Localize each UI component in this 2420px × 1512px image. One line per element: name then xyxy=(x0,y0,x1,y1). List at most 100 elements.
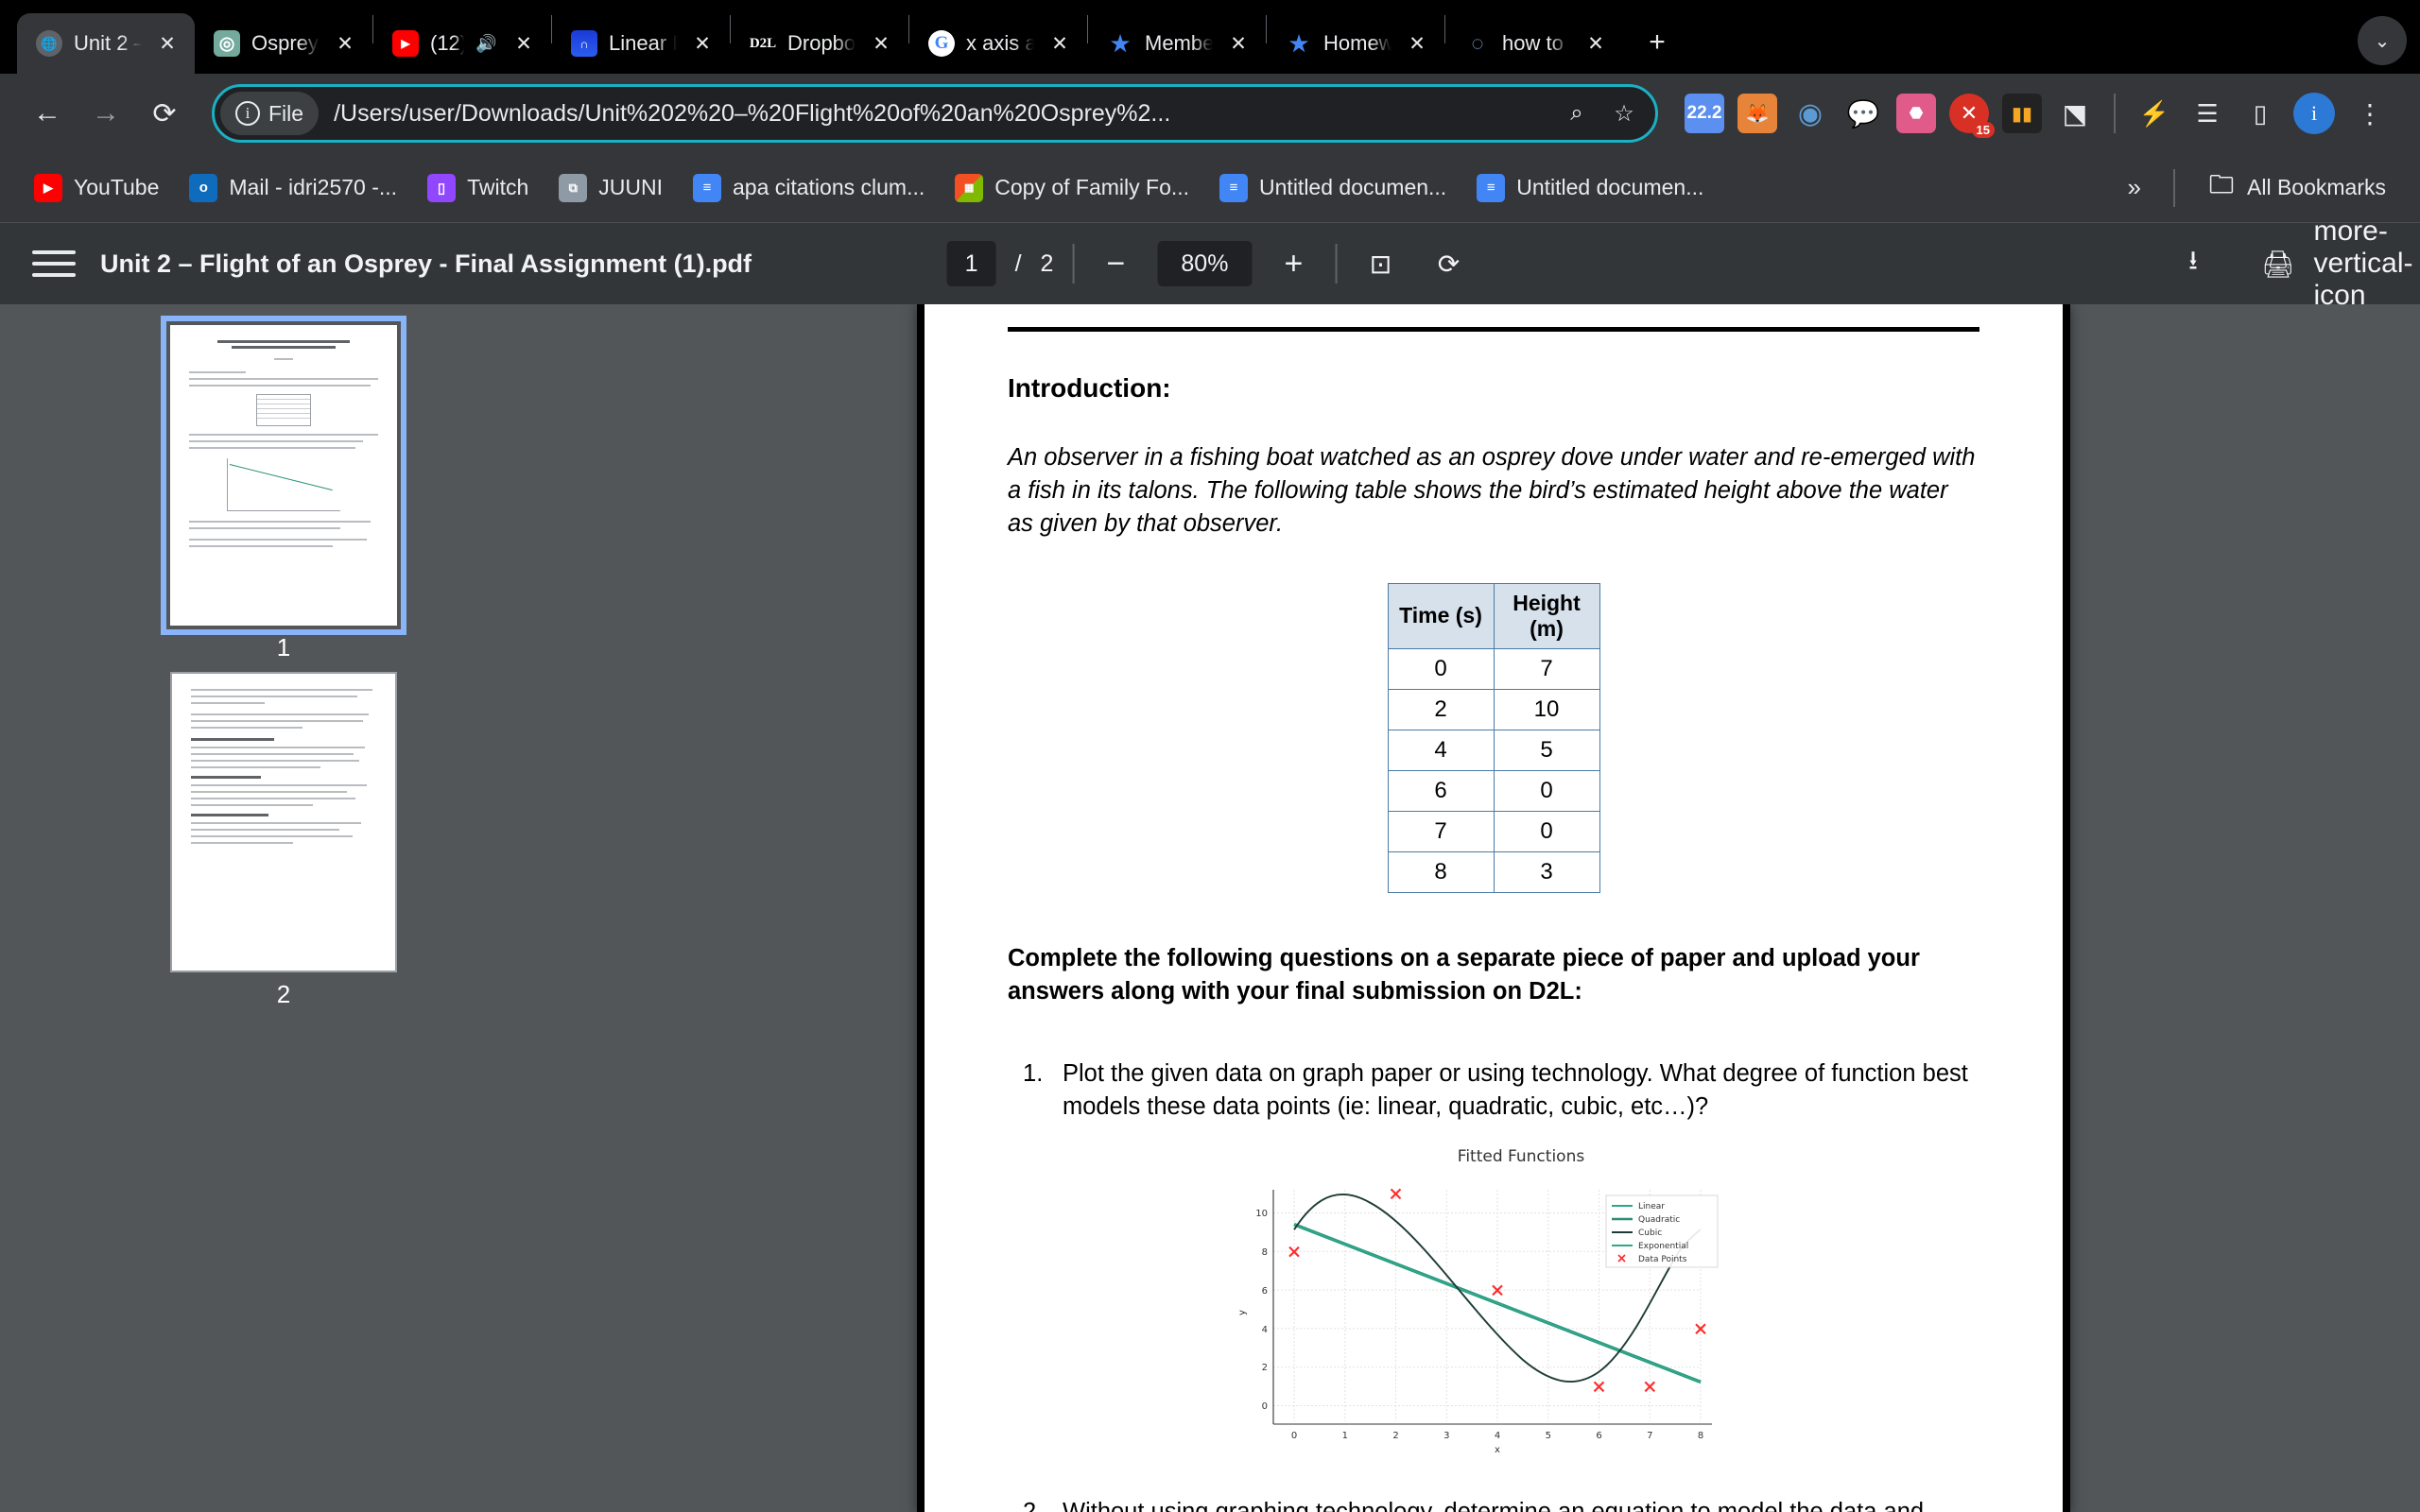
page-thumbnail[interactable] xyxy=(161,316,406,635)
browser-tab[interactable]: ★ Homewor ✕ xyxy=(1267,13,1444,74)
desmos-icon: ∩ xyxy=(571,30,597,57)
close-icon[interactable]: ✕ xyxy=(1582,29,1610,58)
question-2-text-a: Without using graphing technology, deter… xyxy=(1063,1498,1925,1512)
thumbnail-item[interactable]: 2 xyxy=(170,672,397,1009)
more-vertical-icon[interactable]: more-vertical-icon xyxy=(2314,215,2413,311)
all-bookmarks-button[interactable]: 🗀 All Bookmarks xyxy=(2194,166,2399,210)
browser-tab[interactable]: ∩ Linear Reg ✕ xyxy=(552,13,730,74)
zoom-out-button[interactable]: − xyxy=(1093,241,1138,286)
close-icon[interactable]: ✕ xyxy=(510,29,538,58)
browser-tab[interactable]: G x axis and ✕ xyxy=(909,13,1087,74)
zoom-in-button[interactable]: + xyxy=(1270,241,1316,286)
svg-text:Quadratic: Quadratic xyxy=(1638,1215,1680,1225)
youtube-icon: ▶ xyxy=(392,30,419,57)
red-close-icon[interactable]: ✕ 15 xyxy=(1949,94,1995,138)
url-text[interactable]: /Users/user/Downloads/Unit%202%20–%20Fli… xyxy=(322,100,1551,128)
close-icon[interactable]: ✕ xyxy=(867,29,895,58)
purple-chat-icon[interactable]: 💬 xyxy=(1843,94,1883,133)
more-vertical-icon[interactable]: ⋮ xyxy=(2348,92,2392,135)
tab-title: how to tal xyxy=(1502,31,1570,55)
browser-tab[interactable]: D2L Dropbox F ✕ xyxy=(731,13,908,74)
blue-circle-icon[interactable]: ◉ xyxy=(1790,94,1830,133)
svg-text:Linear: Linear xyxy=(1638,1202,1665,1211)
avatar[interactable]: i xyxy=(2293,93,2335,134)
search-icon[interactable]: ⌕ xyxy=(1555,92,1599,135)
cell-height: 10 xyxy=(1493,688,1600,730)
close-icon[interactable]: ✕ xyxy=(331,29,359,58)
bookmark-item[interactable]: ≡ Untitled documen... xyxy=(1463,166,1717,210)
tab-search-chevron-icon[interactable]: ⌄ xyxy=(2358,16,2407,65)
browser-tab[interactable]: ◎ Osprey He ✕ xyxy=(195,13,372,74)
question-2: Without using graphing technology, deter… xyxy=(1008,1496,1979,1512)
bookmark-item[interactable]: ≡ apa citations clum... xyxy=(680,166,938,210)
close-icon[interactable]: ✕ xyxy=(1403,29,1431,58)
close-icon[interactable]: ✕ xyxy=(688,29,717,58)
browser-tab[interactable]: ★ Membersh ✕ xyxy=(1088,13,1266,74)
download-icon[interactable]: ⭳ xyxy=(2169,239,2218,288)
browser-tab[interactable]: ▶ (12) irl 🔊 ✕ xyxy=(373,13,551,74)
document-pane[interactable]: Introduction: An observer in a fishing b… xyxy=(567,304,2420,1512)
question-1-text: Plot the given data on graph paper or us… xyxy=(1063,1059,1968,1121)
new-tab-button[interactable]: + xyxy=(1634,20,1680,65)
puzzle-icon[interactable]: ⬔ xyxy=(2055,94,2095,133)
thumbnail-sidebar[interactable]: 1 2 xyxy=(0,304,567,1512)
close-icon[interactable]: ✕ xyxy=(1046,29,1074,58)
bookmark-item[interactable]: o Mail - idri2570 -... xyxy=(176,166,410,210)
browser-tab[interactable]: ◌ how to tal ✕ xyxy=(1445,13,1623,74)
data-table: Time (s) Height (m) 0 7 2 10 4 5 6 0 7 0… xyxy=(1387,582,1600,893)
back-button[interactable]: ← xyxy=(21,87,74,140)
file-scheme-chip[interactable]: i File xyxy=(220,92,320,135)
svg-text:2: 2 xyxy=(1392,1431,1398,1441)
bookmarks-overflow-icon[interactable]: » xyxy=(2115,165,2154,210)
bookmark-item[interactable]: ▦ Copy of Family Fo... xyxy=(942,166,1202,210)
lightning-icon[interactable]: ⚡ xyxy=(2135,94,2174,133)
forward-button[interactable]: → xyxy=(79,87,132,140)
google-docs-icon: ≡ xyxy=(1477,173,1506,202)
table-row: 4 5 xyxy=(1387,729,1600,771)
reading-list-icon[interactable]: ☰ xyxy=(2187,94,2227,133)
thumbnail-item[interactable]: 1 xyxy=(161,316,406,662)
pdf-page: Introduction: An observer in a fishing b… xyxy=(917,304,2070,1512)
close-icon[interactable]: ✕ xyxy=(153,29,182,58)
cell-height: 0 xyxy=(1493,810,1600,852)
bookmark-label: Untitled documen... xyxy=(1259,175,1447,199)
y-tick-labels: 10 8 6 4 2 0 xyxy=(1255,1209,1268,1412)
close-icon[interactable]: ✕ xyxy=(1224,29,1253,58)
folder-icon: 🗀 xyxy=(2209,173,2235,198)
rotate-icon[interactable]: ⟳ xyxy=(1424,239,1473,288)
page-thumbnail[interactable] xyxy=(170,672,397,972)
audio-playing-icon[interactable]: 🔊 xyxy=(475,34,498,54)
bookmark-label: JUUNI xyxy=(598,175,663,199)
bookmark-item[interactable]: ▶ YouTube xyxy=(21,166,172,210)
table-header-row: Time (s) Height (m) xyxy=(1387,582,1600,649)
mini-table xyxy=(256,394,311,426)
thumbnail-label: 2 xyxy=(276,980,291,1008)
orange-chart-icon[interactable]: ▮▮ xyxy=(2002,94,2042,133)
address-bar[interactable]: i File /Users/user/Downloads/Unit%202%20… xyxy=(212,84,1658,143)
google-docs-icon: ≡ xyxy=(692,173,721,202)
x-axis-label: x xyxy=(1495,1445,1500,1454)
pink-extension-icon[interactable]: ⬣ xyxy=(1896,94,1936,133)
reload-button[interactable]: ⟳ xyxy=(138,87,191,140)
browser-tab[interactable]: 🌐 Unit 2 – Fl ✕ xyxy=(17,13,195,74)
fit-to-page-icon[interactable]: ⊡ xyxy=(1356,239,1405,288)
bookmark-star-icon[interactable]: ☆ xyxy=(1602,92,1646,135)
extensions-area: 22.2 🦊 ◉ 💬 ⬣ ✕ 15 ▮▮ ⬔ ⚡ ☰ ▯ i ⋮ xyxy=(1685,92,2392,138)
side-panel-icon[interactable]: ▯ xyxy=(2240,94,2280,133)
tab-title: Dropbox F xyxy=(787,31,856,55)
bookmark-item[interactable]: ▯ Twitch xyxy=(414,166,542,210)
svg-text:4: 4 xyxy=(1495,1431,1500,1441)
svg-text:8: 8 xyxy=(1262,1247,1268,1258)
pdf-toolbar-actions: ⭳ 🖨 more-vertical-icon xyxy=(2169,215,2413,311)
hamburger-icon[interactable] xyxy=(32,242,76,285)
section-heading: Introduction: xyxy=(1008,373,1171,403)
score-pill-extension[interactable]: 22.2 xyxy=(1685,94,1724,133)
bookmark-item[interactable]: ⧉ JUUNI xyxy=(545,166,676,210)
cell-time: 8 xyxy=(1387,850,1495,893)
svg-text:10: 10 xyxy=(1255,1209,1268,1219)
print-icon[interactable]: 🖨 xyxy=(2254,239,2303,288)
page-number-input[interactable]: 1 xyxy=(946,241,996,286)
cell-height: 7 xyxy=(1493,647,1600,690)
fox-icon[interactable]: 🦊 xyxy=(1737,94,1777,133)
bookmark-item[interactable]: ≡ Untitled documen... xyxy=(1206,166,1460,210)
